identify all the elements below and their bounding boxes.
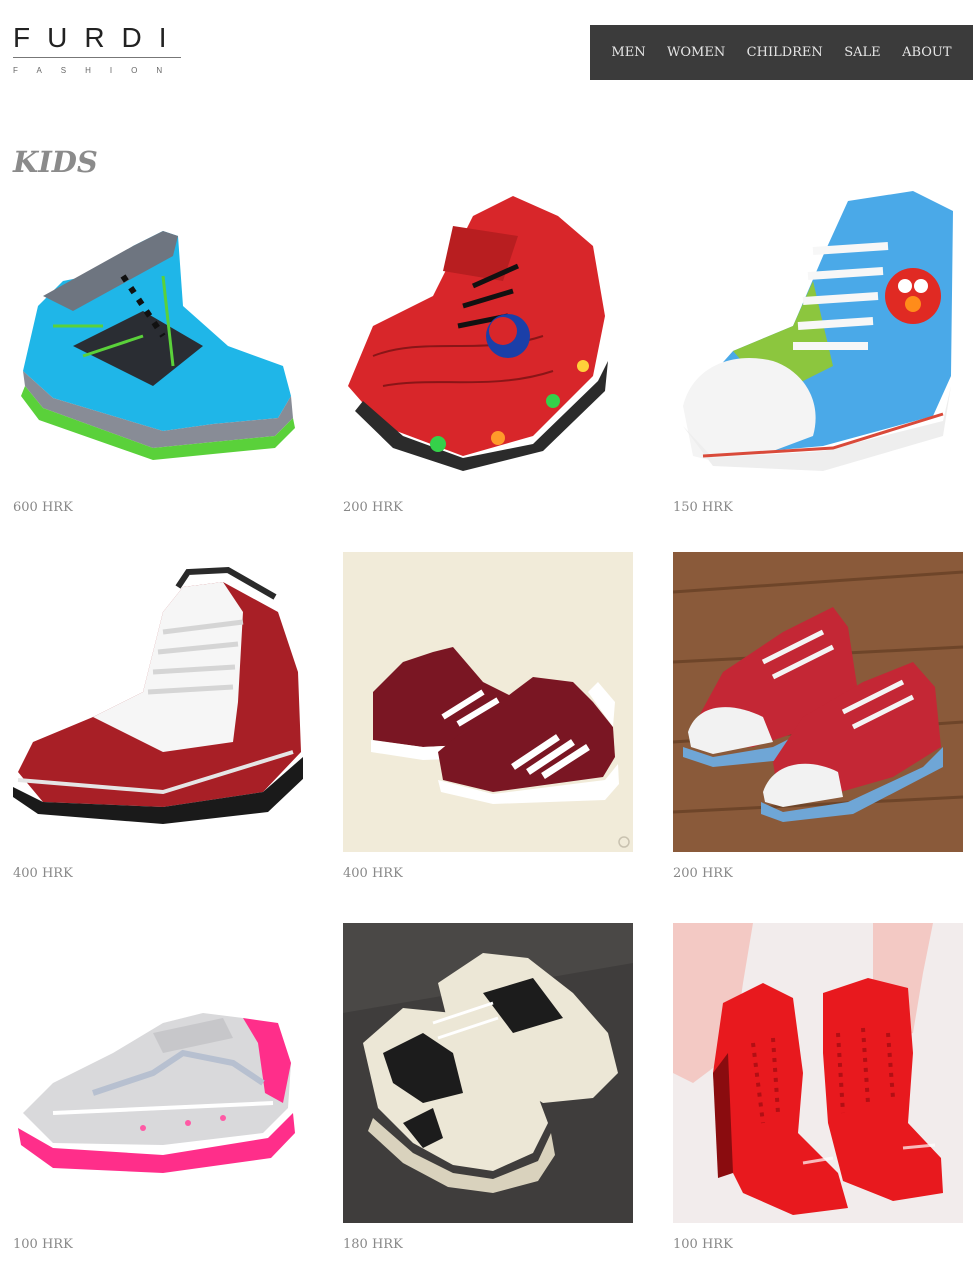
product-card: 400 HRK <box>343 552 633 881</box>
product-card: 200 HRK <box>343 186 633 515</box>
product-price: 400 HRK <box>343 866 403 881</box>
nav-item-sale[interactable]: SALE <box>844 45 880 60</box>
brand-tagline: FASHION <box>13 66 182 75</box>
product-card: 100 HRK <box>673 923 963 1252</box>
product-price: 150 HRK <box>673 500 733 515</box>
nav-item-about[interactable]: ABOUT <box>902 45 951 60</box>
product-card: 180 HRK <box>343 923 633 1252</box>
product-image[interactable] <box>673 552 963 852</box>
product-price: 600 HRK <box>13 500 73 515</box>
product-card: 200 HRK <box>673 552 963 881</box>
product-price: 100 HRK <box>673 1237 733 1252</box>
product-card: 100 HRK <box>13 923 303 1252</box>
section-title: KIDS <box>13 145 98 179</box>
nav-item-children[interactable]: CHILDREN <box>747 45 823 60</box>
brand-logo[interactable]: FURDI FASHION <box>13 24 183 80</box>
product-image[interactable] <box>343 186 633 486</box>
product-card: 600 HRK <box>13 186 303 515</box>
product-image[interactable] <box>343 552 633 852</box>
product-price: 180 HRK <box>343 1237 403 1252</box>
product-price: 100 HRK <box>13 1237 73 1252</box>
brand-name: FURDI <box>13 22 184 53</box>
nav-item-men[interactable]: MEN <box>611 45 645 60</box>
product-image[interactable] <box>343 923 633 1223</box>
nav-item-women[interactable]: WOMEN <box>667 45 725 60</box>
product-image[interactable] <box>13 552 303 852</box>
product-card: 150 HRK <box>673 186 963 515</box>
product-image[interactable] <box>13 923 303 1223</box>
product-price: 400 HRK <box>13 866 73 881</box>
product-price: 200 HRK <box>343 500 403 515</box>
main-nav: MEN WOMEN CHILDREN SALE ABOUT <box>590 25 973 80</box>
product-card: 400 HRK <box>13 552 303 881</box>
product-image[interactable] <box>673 186 963 486</box>
product-image[interactable] <box>13 186 303 486</box>
product-image[interactable] <box>673 923 963 1223</box>
product-price: 200 HRK <box>673 866 733 881</box>
logo-divider <box>13 57 181 58</box>
